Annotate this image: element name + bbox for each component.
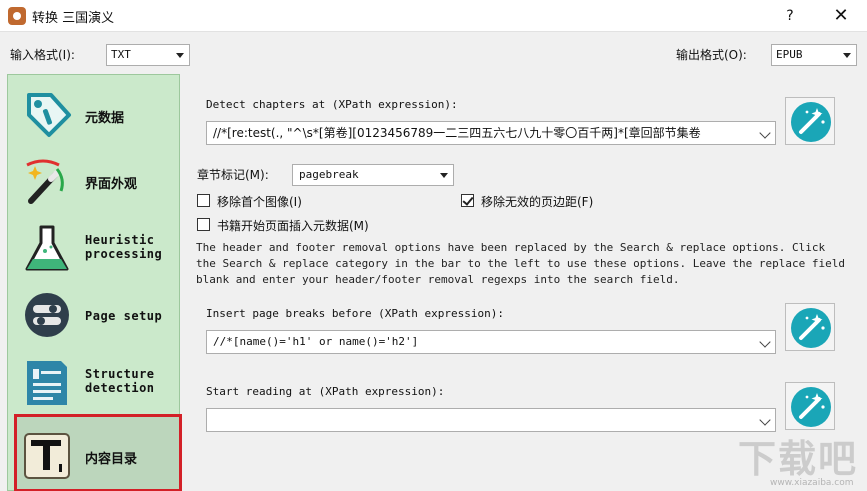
sidebar: 元数据 界面外观 Heuristic processing Page setup… bbox=[7, 74, 182, 491]
label-line: processing bbox=[85, 247, 163, 261]
detect-chapters-value: //*[re:test(., "^\s*[第卷][0123456789一二三四五… bbox=[213, 126, 701, 140]
xpath-wizard-button[interactable] bbox=[785, 382, 835, 430]
sidebar-item-label: 元数据 bbox=[85, 111, 125, 126]
chapter-mark-select[interactable]: pagebreak bbox=[292, 164, 454, 186]
checkbox-label: 移除无效的页边距(F) bbox=[481, 195, 594, 209]
sidebar-item-look-and-feel[interactable]: 界面外观 bbox=[11, 145, 177, 215]
wand-icon bbox=[791, 102, 831, 142]
tag-icon bbox=[27, 93, 71, 137]
detect-chapters-label: Detect chapters at (XPath expression): bbox=[206, 98, 458, 111]
help-button[interactable]: ? bbox=[778, 5, 802, 27]
app-icon bbox=[8, 7, 26, 25]
sidebar-item-label: 界面外观 bbox=[85, 177, 138, 192]
checkbox-box[interactable] bbox=[197, 218, 210, 231]
chevron-down-icon bbox=[759, 127, 771, 139]
info-text: The header and footer removal options ha… bbox=[196, 241, 846, 286]
label-line: detection bbox=[85, 381, 155, 395]
sidebar-item-label: Structure detection bbox=[85, 367, 155, 395]
chevron-down-icon bbox=[759, 336, 771, 348]
sidebar-item-table-of-contents[interactable]: 内容目录 bbox=[11, 420, 177, 490]
sidebar-item-page-setup[interactable]: Page setup bbox=[11, 279, 177, 349]
chapter-mark-value: pagebreak bbox=[299, 168, 359, 181]
page-breaks-value: //*[name()='h1' or name()='h2'] bbox=[213, 335, 419, 348]
input-format-select[interactable]: TXT bbox=[106, 44, 190, 66]
watermark-url: www.xiazaiba.com bbox=[770, 478, 854, 488]
label-line: Structure bbox=[85, 367, 155, 381]
remove-fake-margins-checkbox[interactable]: 移除无效的页边距(F) bbox=[461, 192, 681, 210]
checkbox-box[interactable] bbox=[461, 194, 474, 207]
checkbox-label: 移除首个图像(I) bbox=[217, 195, 302, 209]
close-button[interactable]: ✕ bbox=[826, 4, 856, 28]
input-format-label: 输入格式(I): bbox=[10, 48, 75, 62]
watermark: 下载吧 bbox=[738, 437, 859, 481]
output-format-select[interactable]: EPUB bbox=[771, 44, 857, 66]
wand-icon bbox=[791, 308, 831, 348]
sidebar-item-heuristic-processing[interactable]: Heuristic processing bbox=[11, 213, 177, 283]
title-bar: 转换 三国演义 ? ✕ bbox=[0, 0, 867, 32]
wand-icon bbox=[791, 387, 831, 427]
toggle-icon bbox=[25, 293, 69, 337]
sidebar-item-structure-detection[interactable]: Structure detection bbox=[11, 347, 177, 417]
text-t-icon bbox=[24, 433, 70, 479]
checkbox-label: 书籍开始页面插入元数据(M) bbox=[217, 219, 369, 233]
output-format-value: EPUB bbox=[776, 48, 803, 61]
dropdown-arrow-icon bbox=[440, 173, 448, 178]
sidebar-item-metadata[interactable]: 元数据 bbox=[11, 79, 177, 149]
dropdown-arrow-icon bbox=[176, 53, 184, 58]
remove-first-image-checkbox[interactable]: 移除首个图像(I) bbox=[197, 192, 397, 210]
xpath-wizard-button[interactable] bbox=[785, 303, 835, 351]
sidebar-item-label: 内容目录 bbox=[85, 452, 138, 467]
checkbox-box[interactable] bbox=[197, 194, 210, 207]
input-format-value: TXT bbox=[111, 48, 131, 61]
label-line: Heuristic bbox=[85, 233, 155, 247]
xpath-wizard-button[interactable] bbox=[785, 97, 835, 145]
insert-metadata-checkbox[interactable]: 书籍开始页面插入元数据(M) bbox=[197, 216, 457, 234]
page-breaks-label: Insert page breaks before (XPath express… bbox=[206, 307, 505, 320]
magic-wand-icon bbox=[26, 159, 64, 204]
window-title: 转换 三国演义 bbox=[32, 11, 115, 26]
start-reading-label: Start reading at (XPath expression): bbox=[206, 385, 445, 398]
chevron-down-icon bbox=[759, 414, 771, 426]
dropdown-arrow-icon bbox=[843, 53, 851, 58]
sidebar-item-label: Page setup bbox=[85, 309, 163, 323]
sidebar-item-label: Heuristic processing bbox=[85, 233, 162, 261]
chapter-mark-label: 章节标记(M): bbox=[197, 168, 269, 182]
detect-chapters-input[interactable]: //*[re:test(., "^\s*[第卷][0123456789一二三四五… bbox=[206, 121, 776, 145]
output-format-label: 输出格式(O): bbox=[676, 48, 747, 62]
flask-icon bbox=[25, 225, 69, 271]
start-reading-input[interactable] bbox=[206, 408, 776, 432]
page-breaks-input[interactable]: //*[name()='h1' or name()='h2'] bbox=[206, 330, 776, 354]
document-icon bbox=[27, 361, 67, 405]
